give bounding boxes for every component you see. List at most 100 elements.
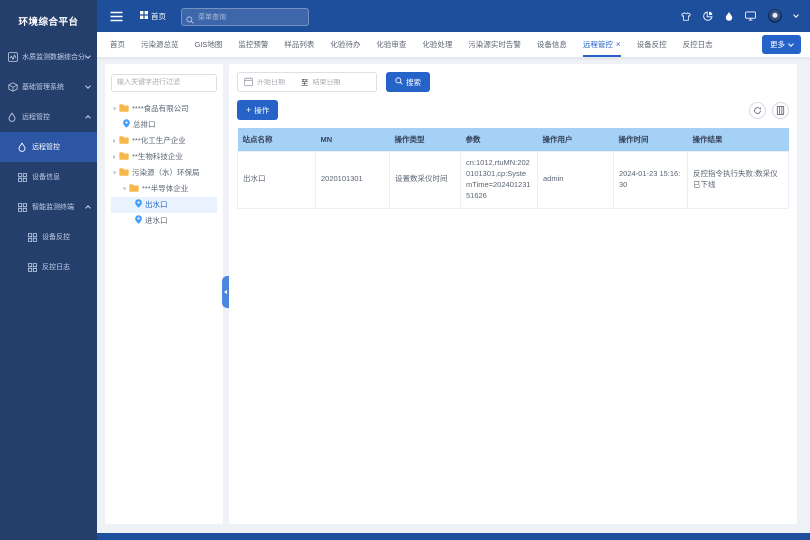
end-date-input[interactable] bbox=[313, 79, 353, 86]
grid-icon bbox=[18, 172, 28, 182]
cell-site-name: 出水口 bbox=[238, 152, 316, 209]
sidebar-item-label: 设备反控 bbox=[42, 232, 70, 242]
chevron-up-icon bbox=[85, 115, 91, 121]
caret-right-icon[interactable] bbox=[113, 139, 116, 143]
operation-button[interactable]: + 操作 bbox=[237, 100, 278, 120]
tab-realtime-alarm[interactable]: 污染源实时告警 bbox=[468, 32, 521, 57]
tab-lab-review[interactable]: 化验审查 bbox=[376, 32, 406, 57]
date-range-separator: 至 bbox=[301, 77, 309, 88]
sidebar-item-label: 设备信息 bbox=[32, 172, 60, 182]
collapse-tree-handle[interactable] bbox=[222, 276, 229, 308]
tree-node-label: 总排口 bbox=[133, 119, 156, 130]
tab-lab-process[interactable]: 化验处理 bbox=[422, 32, 452, 57]
date-range-picker[interactable]: 至 bbox=[237, 72, 377, 92]
tree-node-biotech-company[interactable]: **生物科技企业 bbox=[111, 149, 217, 165]
tab-label: 设备信息 bbox=[537, 39, 567, 50]
header-params: 参数 bbox=[461, 128, 538, 152]
sidebar-menu: 水质监测数据综合分析 基础管理系统 远程管控 远程管控 设备信息 bbox=[0, 42, 97, 540]
tree-node-food-company[interactable]: ****食品有限公司 bbox=[111, 101, 217, 117]
tab-monitor-warning[interactable]: 监控预警 bbox=[238, 32, 268, 57]
water-drop-icon[interactable] bbox=[725, 11, 733, 21]
column-settings-button[interactable] bbox=[772, 102, 789, 119]
search-button-label: 搜索 bbox=[406, 77, 421, 88]
sidebar-item-label: 反控日志 bbox=[42, 262, 70, 272]
cell-params: cn:1012,rtuMN:2020101301,cp:SystemTime=2… bbox=[461, 152, 538, 209]
pie-chart-icon[interactable] bbox=[703, 11, 713, 21]
tab-sample-list[interactable]: 样品列表 bbox=[284, 32, 314, 57]
tree-node-outlet[interactable]: 出水口 bbox=[111, 197, 217, 213]
tree-node-inlet[interactable]: 进水口 bbox=[111, 213, 217, 229]
tab-remote-control[interactable]: 远程管控 × bbox=[583, 32, 621, 57]
sidebar-item-water-quality-analysis[interactable]: 水质监测数据综合分析 bbox=[0, 42, 97, 72]
tab-home[interactable]: 首页 bbox=[110, 32, 125, 57]
search-icon bbox=[186, 11, 194, 29]
tab-device-reverse-control[interactable]: 设备反控 bbox=[637, 32, 667, 57]
chevron-down-icon[interactable] bbox=[793, 12, 799, 18]
tree-node-chemical-company[interactable]: ***化工生产企业 bbox=[111, 133, 217, 149]
menu-search-input[interactable] bbox=[181, 8, 309, 26]
close-icon[interactable]: × bbox=[616, 41, 621, 49]
arrow-left-icon bbox=[224, 290, 227, 294]
table-header-row: 站点名称 MN 操作类型 参数 操作用户 操作时间 操作结果 bbox=[238, 128, 789, 152]
tree-node-epa-bureau[interactable]: 污染源（水）环保局 bbox=[111, 165, 217, 181]
tab-label: 化验待办 bbox=[330, 39, 360, 50]
hamburger-menu-icon[interactable] bbox=[110, 11, 123, 22]
sidebar-item-remote-control-group[interactable]: 远程管控 bbox=[0, 102, 97, 132]
sidebar-item-label: 远程管控 bbox=[32, 142, 60, 152]
location-pin-icon bbox=[123, 119, 130, 130]
tree-node-main-outlet[interactable]: 总排口 bbox=[111, 117, 217, 133]
table-row[interactable]: 出水口 2020101301 设置数采仪时间 cn:1012,rtuMN:202… bbox=[238, 152, 789, 209]
start-date-input[interactable] bbox=[257, 79, 297, 86]
tab-device-info[interactable]: 设备信息 bbox=[537, 32, 567, 57]
sidebar-item-label: 智能监测终端 bbox=[32, 202, 74, 212]
header-site-name: 站点名称 bbox=[238, 128, 316, 152]
topbar: 首页 bbox=[97, 0, 810, 32]
tree-filter-input[interactable] bbox=[111, 74, 217, 92]
tab-label: 设备反控 bbox=[637, 39, 667, 50]
topbar-actions bbox=[681, 9, 798, 23]
tab-reverse-control-log[interactable]: 反控日志 bbox=[683, 32, 713, 57]
operation-row: + 操作 bbox=[237, 100, 789, 120]
tab-label: 反控日志 bbox=[683, 39, 713, 50]
analysis-icon bbox=[8, 52, 18, 62]
cell-operation-result: 反控指令执行失败:数采仪已下线 bbox=[688, 152, 789, 209]
tree-node-label: ****食品有限公司 bbox=[132, 103, 189, 114]
avatar[interactable] bbox=[768, 9, 782, 23]
water-drop-icon bbox=[8, 112, 18, 122]
cell-mn: 2020101301 bbox=[316, 152, 390, 209]
tab-pollution-overview[interactable]: 污染源总览 bbox=[141, 32, 179, 57]
more-tabs-button[interactable]: 更多 bbox=[762, 35, 801, 54]
operation-table: 站点名称 MN 操作类型 参数 操作用户 操作时间 操作结果 出水口 20201 bbox=[237, 128, 789, 209]
grid-icon bbox=[18, 202, 28, 212]
caret-down-icon[interactable] bbox=[113, 107, 117, 110]
cell-operation-type: 设置数采仪时间 bbox=[390, 152, 461, 209]
header-operation-user: 操作用户 bbox=[538, 128, 614, 152]
breadcrumb-home[interactable]: 首页 bbox=[140, 11, 166, 22]
caret-down-icon[interactable] bbox=[123, 187, 127, 190]
location-pin-icon bbox=[135, 199, 142, 210]
sidebar-item-device-reverse-control[interactable]: 设备反控 bbox=[0, 222, 97, 252]
tree-node-semiconductor-company[interactable]: ***半导体企业 bbox=[111, 181, 217, 197]
sidebar-item-remote-control[interactable]: 远程管控 bbox=[0, 132, 97, 162]
operation-button-label: 操作 bbox=[254, 105, 269, 116]
breadcrumb-home-label: 首页 bbox=[151, 11, 166, 22]
sidebar-item-label: 基础管理系统 bbox=[22, 82, 64, 92]
sidebar-item-device-info[interactable]: 设备信息 bbox=[0, 162, 97, 192]
chevron-down-icon bbox=[85, 83, 91, 89]
site-tree-panel: ****食品有限公司 总排口 ***化工生产企业 **生物科 bbox=[105, 64, 223, 524]
calendar-icon bbox=[244, 73, 253, 91]
tab-lab-todo[interactable]: 化验待办 bbox=[330, 32, 360, 57]
caret-right-icon[interactable] bbox=[113, 155, 116, 159]
more-button-label: 更多 bbox=[770, 39, 785, 50]
refresh-button[interactable] bbox=[749, 102, 766, 119]
folder-icon bbox=[119, 168, 129, 178]
sidebar-item-basic-management[interactable]: 基础管理系统 bbox=[0, 72, 97, 102]
sidebar-item-reverse-control-log[interactable]: 反控日志 bbox=[0, 252, 97, 282]
caret-down-icon[interactable] bbox=[113, 171, 117, 174]
tab-gis-map[interactable]: GIS地图 bbox=[195, 32, 223, 57]
search-button[interactable]: 搜索 bbox=[386, 72, 430, 92]
tree-node-label: 污染源（水）环保局 bbox=[132, 167, 200, 178]
monitor-icon[interactable] bbox=[745, 11, 756, 21]
theme-skin-icon[interactable] bbox=[681, 12, 691, 21]
sidebar-item-smart-terminal-group[interactable]: 智能监测终端 bbox=[0, 192, 97, 222]
